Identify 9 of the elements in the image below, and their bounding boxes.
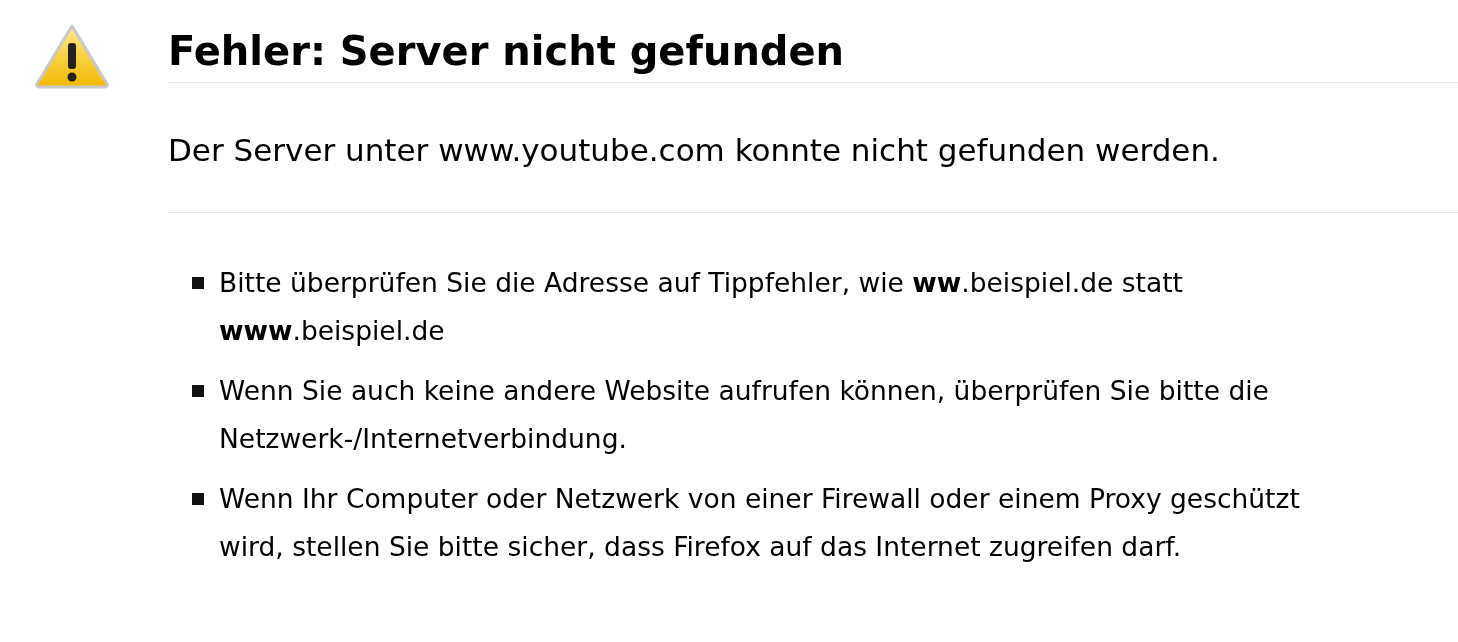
bullet-icon [192,277,204,289]
suggestion-text: Wenn Sie auch keine andere Website aufrufen können, überprüfen Sie bitte die Netzwerk-/Internetverbindung. [219,374,1270,456]
suggestion-text: Bitte überprüfen Sie die Adresse auf Tippfehler, wie ww.beispiel.de statt www.beispiel.de [219,266,1184,348]
warning-icon [34,23,110,89]
error-title: Fehler: Server nicht gefunden [168,22,1458,83]
bullet-icon [192,493,204,505]
bullet-icon [192,385,204,397]
suggestion-text: Wenn Ihr Computer oder Netzwerk von einer Firewall oder einem Proxy geschützt wird, stellen Sie bitte sicher, dass Firefox auf das Internet zugreifen darf. [219,482,1301,564]
error-message: Der Server unter www.youtube.com konnte nicht gefunden werden. [168,83,1458,213]
